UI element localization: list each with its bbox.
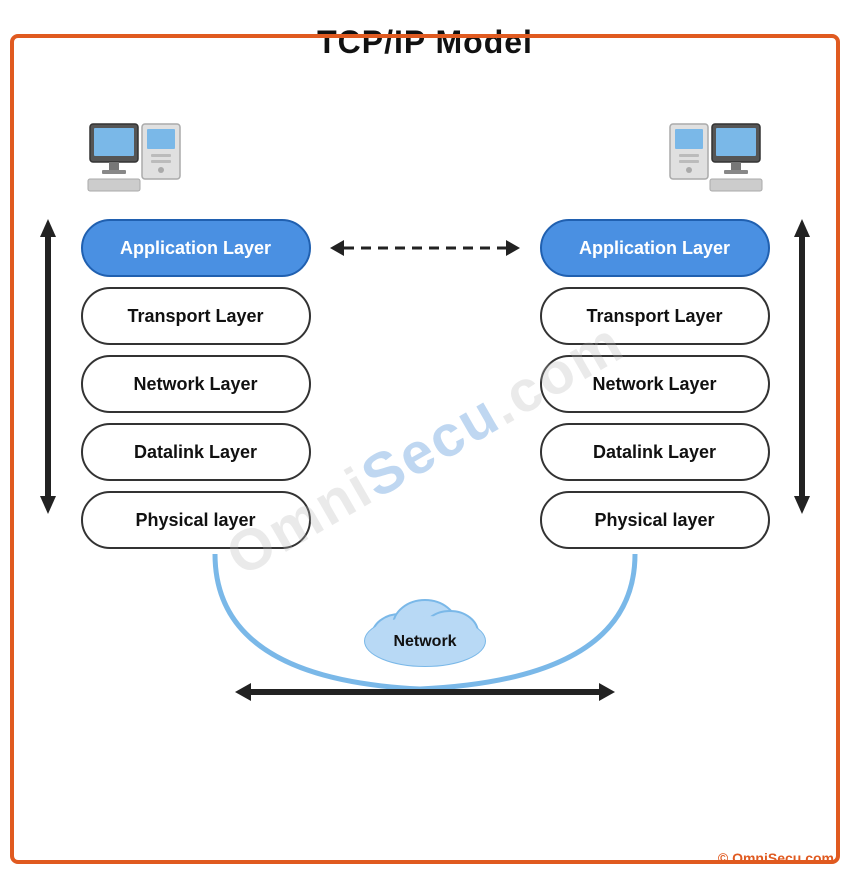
right-computer-icon — [650, 114, 770, 204]
left-transport-layer: Transport Layer — [81, 287, 311, 345]
svg-text:Network: Network — [393, 633, 456, 650]
dashed-arrow-container — [325, 219, 525, 277]
bottom-arrow-svg — [235, 675, 615, 709]
left-layers-column: Application Layer Transport Layer Networ… — [66, 219, 325, 549]
left-app-layer: Application Layer — [81, 219, 311, 277]
dashed-arrow-svg — [330, 233, 520, 263]
cloud-container: Network — [235, 581, 615, 709]
right-app-layer: Application Layer — [540, 219, 770, 277]
left-datalink-layer: Datalink Layer — [81, 423, 311, 481]
left-physical-layer: Physical layer — [81, 491, 311, 549]
right-network-layer: Network Layer — [540, 355, 770, 413]
middle-column — [325, 219, 525, 277]
right-transport-layer: Transport Layer — [540, 287, 770, 345]
copyright: © OmniSecu.com — [718, 850, 834, 866]
cloud-icon: Network — [350, 581, 500, 671]
right-layers-column: Application Layer Transport Layer Networ… — [525, 219, 784, 549]
right-vertical-arrow — [784, 219, 820, 514]
left-vertical-arrow — [30, 219, 66, 514]
main-content: Application Layer Transport Layer Networ… — [20, 104, 830, 864]
left-computer-icon — [80, 114, 200, 204]
network-section: Network — [20, 549, 830, 739]
right-datalink-layer: Datalink Layer — [540, 423, 770, 481]
left-network-layer: Network Layer — [81, 355, 311, 413]
computers-row — [20, 114, 830, 204]
right-physical-layer: Physical layer — [540, 491, 770, 549]
